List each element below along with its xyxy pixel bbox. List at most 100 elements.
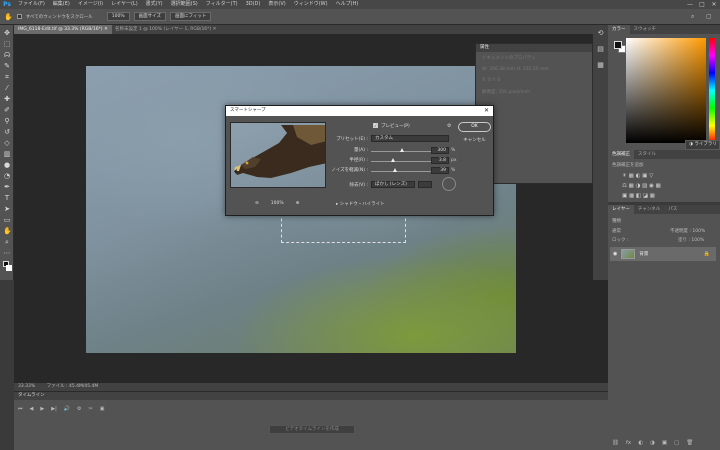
tab-untitled-1[interactable]: 名称未設定 1 @ 100% (レイヤー 1, RGB/16*) ✕	[111, 25, 220, 34]
search-icon[interactable]: ⌕	[691, 13, 694, 21]
marquee-tool-icon[interactable]: ⬚	[3, 40, 11, 48]
shadow-highlight-toggle[interactable]: ▸ シャドウ・ハイライト	[336, 201, 385, 207]
more-tools-icon[interactable]: ⋯	[3, 249, 11, 257]
dialog-close-icon[interactable]: ✕	[484, 106, 489, 116]
tab-layers[interactable]: レイヤー	[608, 205, 634, 214]
settings-icon[interactable]: ⚙	[77, 406, 81, 412]
menu-help[interactable]: ヘルプ(H)	[332, 0, 363, 9]
libraries-button[interactable]: ◑ ライブラリ	[685, 140, 720, 150]
tab-color[interactable]: カラー	[608, 25, 630, 34]
clone-stamp-icon[interactable]: ⚲	[3, 117, 11, 125]
hue-slider[interactable]	[709, 38, 715, 143]
zoom-out-icon[interactable]: ⊖	[255, 201, 259, 206]
noise-input[interactable]: 39	[431, 167, 449, 174]
first-frame-icon[interactable]: ⏮	[18, 406, 23, 412]
dialog-title[interactable]: スマートシャープ	[226, 106, 493, 116]
split-icon[interactable]: ✂	[88, 406, 92, 412]
menu-select[interactable]: 選択範囲(S)	[167, 0, 202, 9]
menu-file[interactable]: ファイル(F)	[14, 0, 49, 9]
type-tool-icon[interactable]: T	[3, 194, 11, 202]
transition-icon[interactable]: ▣	[100, 406, 105, 412]
add-mask-icon[interactable]: ◐	[638, 440, 643, 446]
link-layers-icon[interactable]: ⛓	[612, 440, 619, 446]
pen-tool-icon[interactable]: ✒	[3, 183, 11, 191]
tab-paths[interactable]: パス	[664, 205, 681, 214]
adjustments-row-2[interactable]: ⚖ ▦ ◑ ▨ ◉ ▦	[608, 181, 720, 191]
menu-3d[interactable]: 3D(D)	[242, 0, 265, 9]
zoom-100-button[interactable]: 100%	[106, 12, 130, 21]
noise-slider-track[interactable]	[371, 171, 433, 172]
gradient-tool-icon[interactable]: ▥	[3, 150, 11, 158]
angle-input[interactable]	[418, 181, 432, 188]
background-color-swatch[interactable]	[6, 265, 12, 271]
eyedropper-tool-icon[interactable]: ⁄	[3, 84, 11, 92]
hand-tool-icon[interactable]: ✋	[4, 13, 13, 21]
info-icon[interactable]: ▦	[596, 61, 605, 70]
zoom-readout[interactable]: 33.33%	[18, 384, 35, 389]
blend-mode-select[interactable]: 通常	[612, 228, 621, 234]
menu-window[interactable]: ウィンドウ(W)	[290, 0, 332, 9]
minimize-button[interactable]: —	[684, 0, 696, 9]
ok-button[interactable]: OK	[458, 122, 491, 132]
trash-icon[interactable]: 🗑	[686, 440, 693, 446]
radius-input[interactable]: 3.8	[431, 157, 449, 164]
fill-screen-button[interactable]: 画面にフィット	[169, 12, 212, 21]
eraser-tool-icon[interactable]: ◇	[3, 139, 11, 147]
path-select-icon[interactable]: ➤	[3, 205, 11, 213]
tab-styles[interactable]: スタイル	[634, 150, 660, 159]
angle-dial[interactable]	[442, 177, 456, 191]
noise-slider-thumb[interactable]	[393, 168, 398, 172]
tab-adjustments[interactable]: 色調補正	[608, 150, 634, 159]
foreground-color-chip[interactable]	[614, 41, 622, 49]
crop-tool-icon[interactable]: ⌗	[3, 73, 11, 81]
zoom-in-icon[interactable]: ⊕	[296, 201, 300, 206]
properties-title[interactable]: 属性	[476, 44, 592, 52]
amount-input[interactable]: 300	[431, 147, 449, 154]
filter-preview[interactable]	[230, 122, 326, 188]
move-tool-icon[interactable]: ✥	[3, 29, 11, 37]
layer-kind-filter[interactable]: 種類	[612, 218, 621, 224]
color-picker-field[interactable]	[626, 38, 706, 143]
tab-channels[interactable]: チャンネル	[634, 205, 664, 214]
new-adjustment-icon[interactable]: ◑	[650, 440, 655, 446]
prev-frame-icon[interactable]: ◀	[30, 406, 34, 412]
fit-screen-button[interactable]: 画面サイズ	[133, 12, 166, 21]
quick-select-tool-icon[interactable]: ✎	[3, 62, 11, 70]
visibility-eye-icon[interactable]: ◉	[613, 251, 617, 257]
layer-style-icon[interactable]: fx	[626, 440, 631, 446]
history-brush-icon[interactable]: ↺	[3, 128, 11, 136]
menu-layer[interactable]: レイヤー(L)	[107, 0, 142, 9]
audio-icon[interactable]: 🔊	[64, 406, 70, 412]
shape-tool-icon[interactable]: ▭	[3, 216, 11, 224]
hand-tool-icon[interactable]: ✋	[3, 227, 12, 235]
maximize-button[interactable]: □	[696, 0, 708, 9]
workspace-icon[interactable]: ▢	[706, 13, 712, 20]
tab-swatches[interactable]: スウォッチ	[630, 25, 661, 34]
close-window-button[interactable]: ✕	[708, 0, 720, 9]
brush-tool-icon[interactable]: ✐	[3, 106, 11, 114]
scroll-all-checkbox[interactable]	[16, 14, 22, 19]
opacity-field[interactable]: 不透明度 : 100%	[670, 228, 705, 234]
settings-gear-icon[interactable]: ⚙	[447, 123, 451, 129]
cancel-button[interactable]: キャンセル	[458, 136, 491, 145]
new-group-icon[interactable]: ▣	[662, 440, 667, 446]
lasso-tool-icon[interactable]: ᗣ	[3, 51, 11, 59]
layer-row-background[interactable]: ◉ 背景 🔒	[610, 247, 716, 261]
adjustments-row-3[interactable]: ▣ ▦ ◧ ◪ ▦	[608, 191, 720, 201]
menu-type[interactable]: 書式(Y)	[142, 0, 167, 9]
zoom-tool-icon[interactable]: ⌕	[3, 238, 11, 246]
preset-select[interactable]: カスタム	[371, 135, 449, 142]
properties-icon[interactable]: ▤	[596, 45, 605, 54]
history-icon[interactable]: ⟲	[596, 29, 605, 38]
next-frame-icon[interactable]: ▶|	[51, 406, 57, 412]
play-icon[interactable]: ▶	[40, 406, 44, 412]
fill-field[interactable]: 塗り : 100%	[678, 237, 704, 243]
blur-tool-icon[interactable]: ●	[3, 161, 11, 169]
dodge-tool-icon[interactable]: ◔	[3, 172, 11, 180]
adjustments-row-1[interactable]: ☀ ▦ ◐ ▣ ▽	[608, 171, 720, 181]
menu-filter[interactable]: フィルター(T)	[202, 0, 242, 9]
healing-brush-icon[interactable]: ✚	[3, 95, 11, 103]
new-layer-icon[interactable]: ▢	[674, 440, 679, 446]
tab-img-6118[interactable]: IMG_6118-Edit.tif @ 33.3% (RGB/16*) ✕	[14, 25, 112, 34]
amount-slider-thumb[interactable]	[400, 148, 404, 152]
